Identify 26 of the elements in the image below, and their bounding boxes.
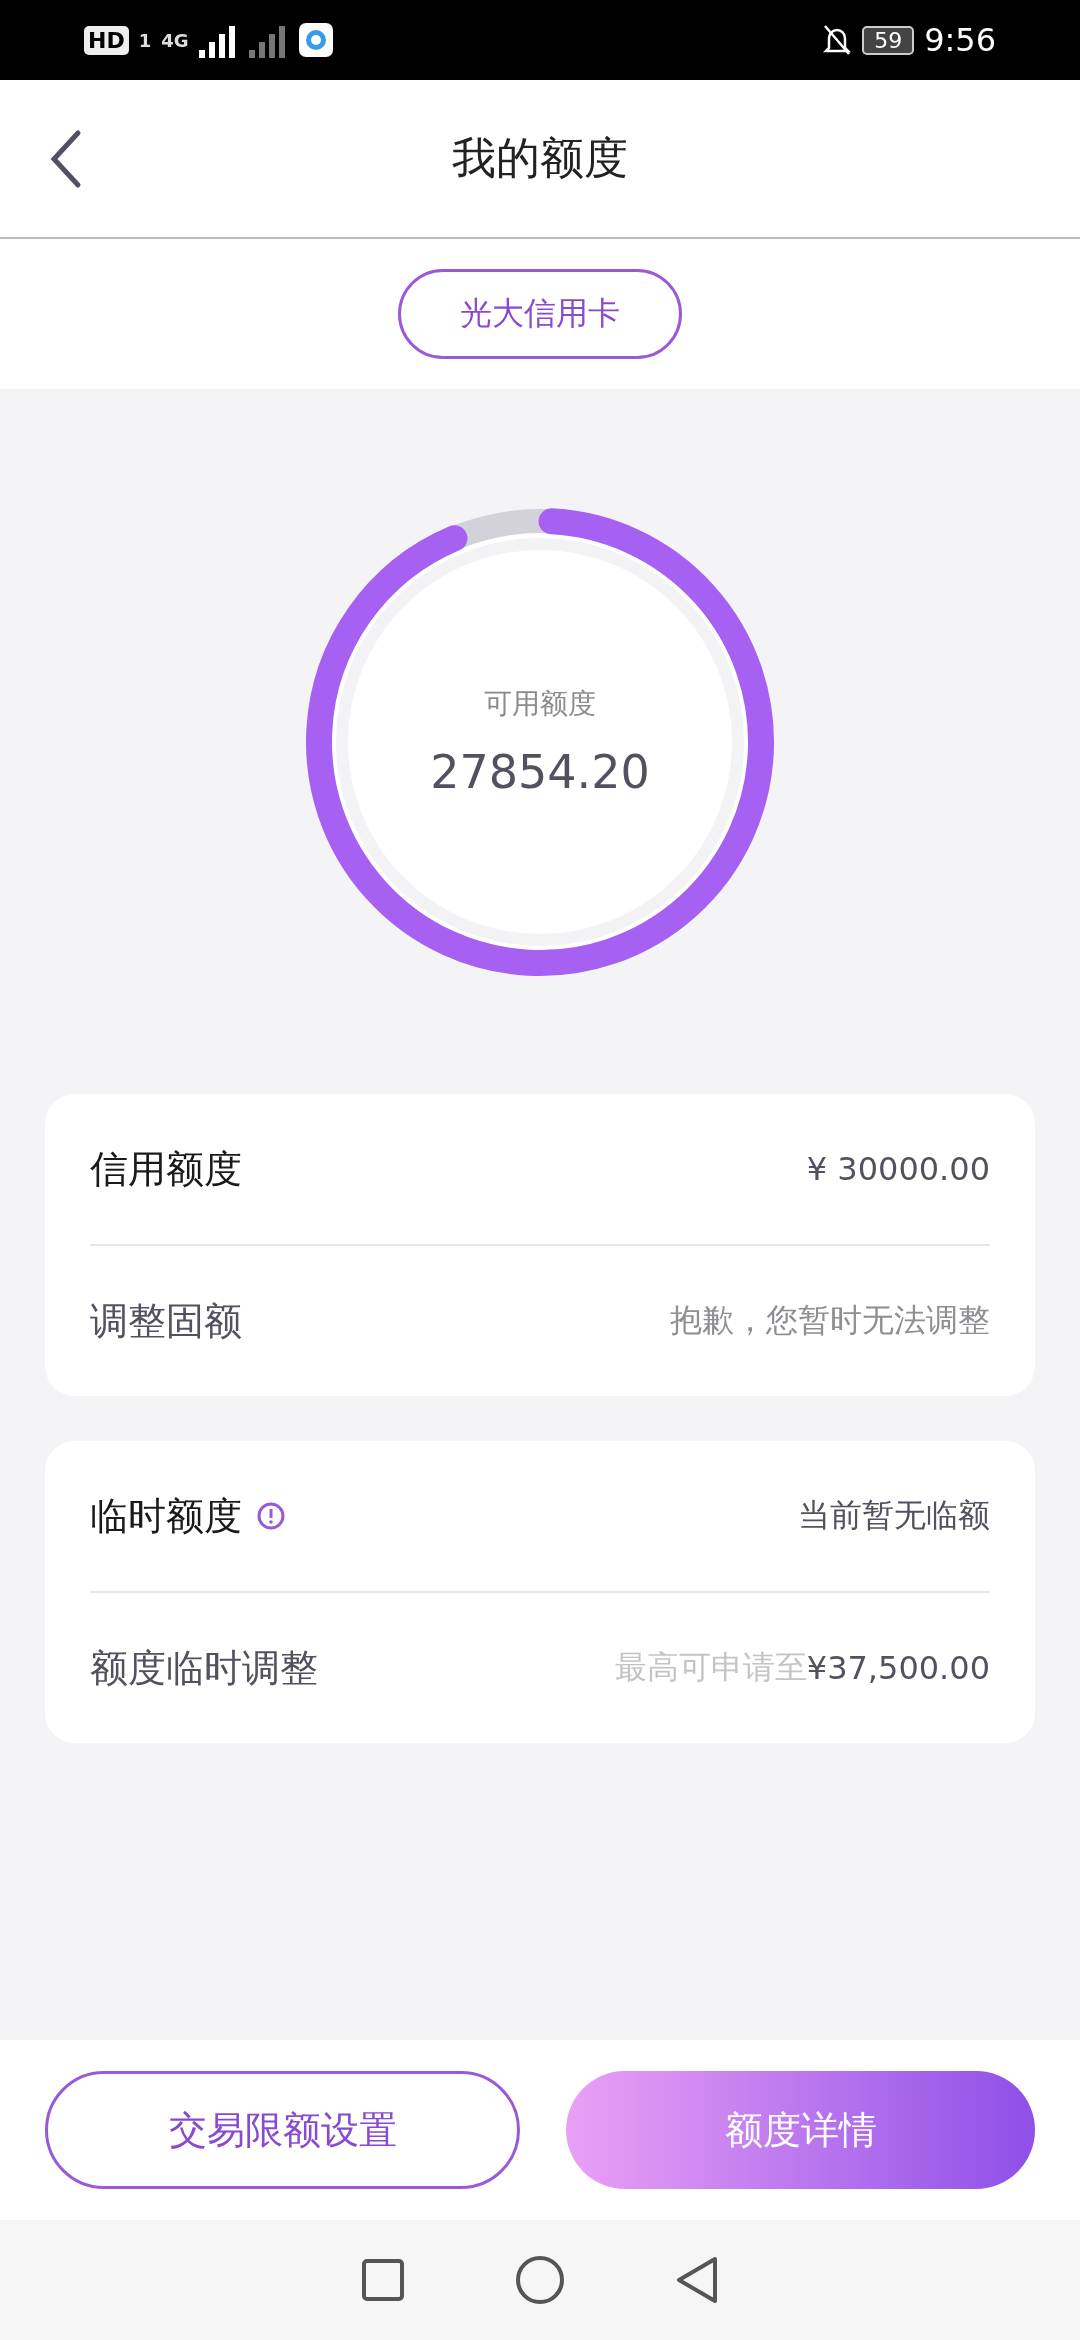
row-value: 当前暂无临额	[798, 1495, 990, 1536]
sim-number: 1	[138, 29, 152, 51]
row-value: 抱歉，您暂时无法调整	[670, 1300, 990, 1341]
network-type: 4G	[161, 29, 189, 51]
row-note: 最高可申请至	[614, 1647, 807, 1688]
bell-off-icon	[822, 24, 853, 56]
row-value: ¥ 30000.00	[806, 1150, 990, 1188]
battery-level: 59	[862, 25, 915, 55]
row-label: 调整固额	[90, 1297, 242, 1345]
recents-icon[interactable]	[361, 2258, 405, 2302]
limit-settings-button[interactable]: 交易限额设置	[45, 2071, 520, 2189]
back-nav-icon[interactable]	[675, 2255, 719, 2305]
gauge-label: 可用额度	[484, 685, 596, 722]
row-label: 临时额度	[90, 1492, 242, 1540]
hd-indicator: HD	[84, 25, 129, 55]
row-value: ¥37,500.00	[806, 1649, 990, 1687]
clock: 9:56	[924, 21, 996, 59]
app-icon	[298, 23, 333, 57]
home-icon[interactable]	[515, 2255, 565, 2305]
card-tab[interactable]: 光大信用卡	[398, 269, 682, 359]
row-label: 额度临时调整	[90, 1644, 318, 1692]
available-amount: 27854.20	[430, 744, 650, 799]
details-button[interactable]: 额度详情	[566, 2071, 1035, 2189]
info-icon[interactable]	[256, 1501, 286, 1531]
row-label: 信用额度	[90, 1145, 242, 1193]
page-title: 我的额度	[452, 131, 628, 185]
